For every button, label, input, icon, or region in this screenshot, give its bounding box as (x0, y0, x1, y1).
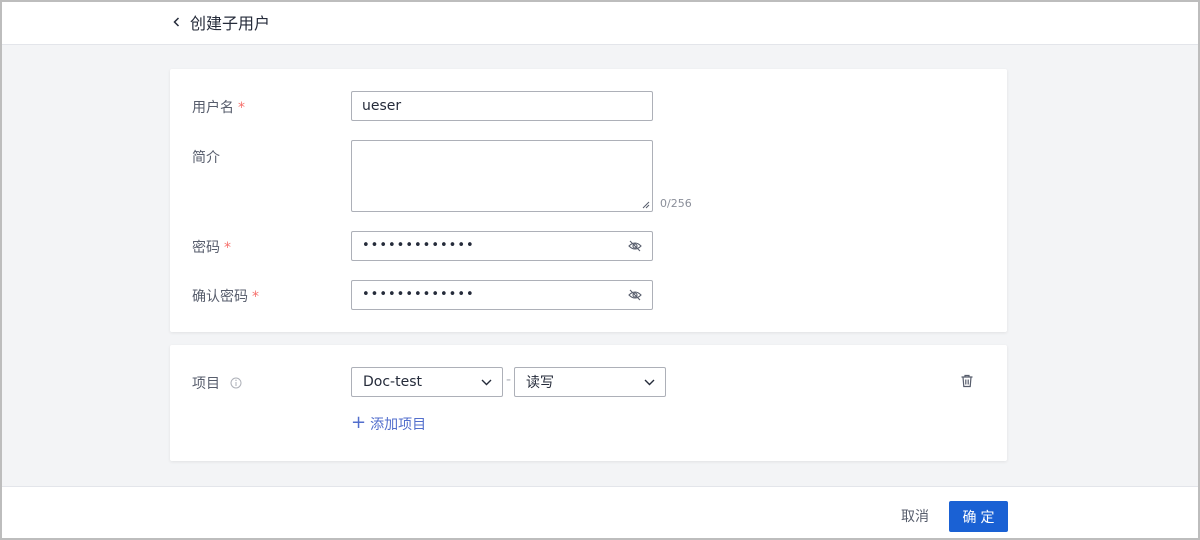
add-project-button[interactable]: + 添加项目 (351, 414, 426, 434)
eye-off-icon[interactable] (628, 289, 642, 301)
password-value: ••••••••••••• (362, 238, 475, 253)
project-label: 项目 (192, 373, 242, 393)
required-mark: * (238, 100, 245, 116)
description-char-counter: 0/256 (660, 197, 692, 210)
info-circle-icon[interactable] (230, 377, 242, 389)
resize-handle-icon[interactable] (642, 201, 650, 209)
description-textarea[interactable] (351, 140, 653, 212)
confirm-password-input[interactable]: ••••••••••••• (351, 280, 653, 310)
project-select-value: Doc-test (363, 374, 422, 390)
page-title: 创建子用户 (190, 14, 271, 33)
required-mark: * (224, 240, 231, 256)
trash-icon[interactable] (960, 374, 974, 388)
password-label: 密码 * (192, 240, 231, 256)
permission-select[interactable]: 读写 (514, 367, 666, 397)
chevron-down-icon (481, 379, 492, 385)
username-label: 用户名 * (192, 100, 245, 116)
row-separator: - (506, 372, 512, 388)
chevron-left-icon (173, 17, 180, 27)
project-card: 项目 Doc-test - 读写 + 添加项目 (170, 345, 1007, 461)
cancel-button[interactable]: 取消 (892, 501, 938, 531)
back-button[interactable]: 创建子用户 (172, 10, 270, 34)
page-header: 创建子用户 (0, 0, 1200, 45)
add-project-label: 添加项目 (370, 417, 427, 433)
password-input[interactable]: ••••••••••••• (351, 231, 653, 261)
confirm-password-value: ••••••••••••• (362, 287, 475, 302)
user-info-card: 用户名* 简介 0/256 密码* ••••••••••••• 确认密码* ••… (170, 69, 1007, 332)
confirm-button[interactable]: 确定 (949, 501, 1008, 532)
project-select[interactable]: Doc-test (351, 367, 503, 397)
username-input[interactable] (351, 91, 653, 121)
permission-select-value: 读写 (526, 375, 554, 391)
description-label: 简介 (192, 150, 220, 166)
confirm-password-label: 确认密码 * (192, 289, 259, 305)
footer-bar: 取消 确定 (0, 486, 1200, 540)
eye-off-icon[interactable] (628, 240, 642, 252)
chevron-down-icon (644, 379, 655, 385)
plus-icon: + (351, 412, 367, 433)
required-mark: * (252, 289, 259, 305)
